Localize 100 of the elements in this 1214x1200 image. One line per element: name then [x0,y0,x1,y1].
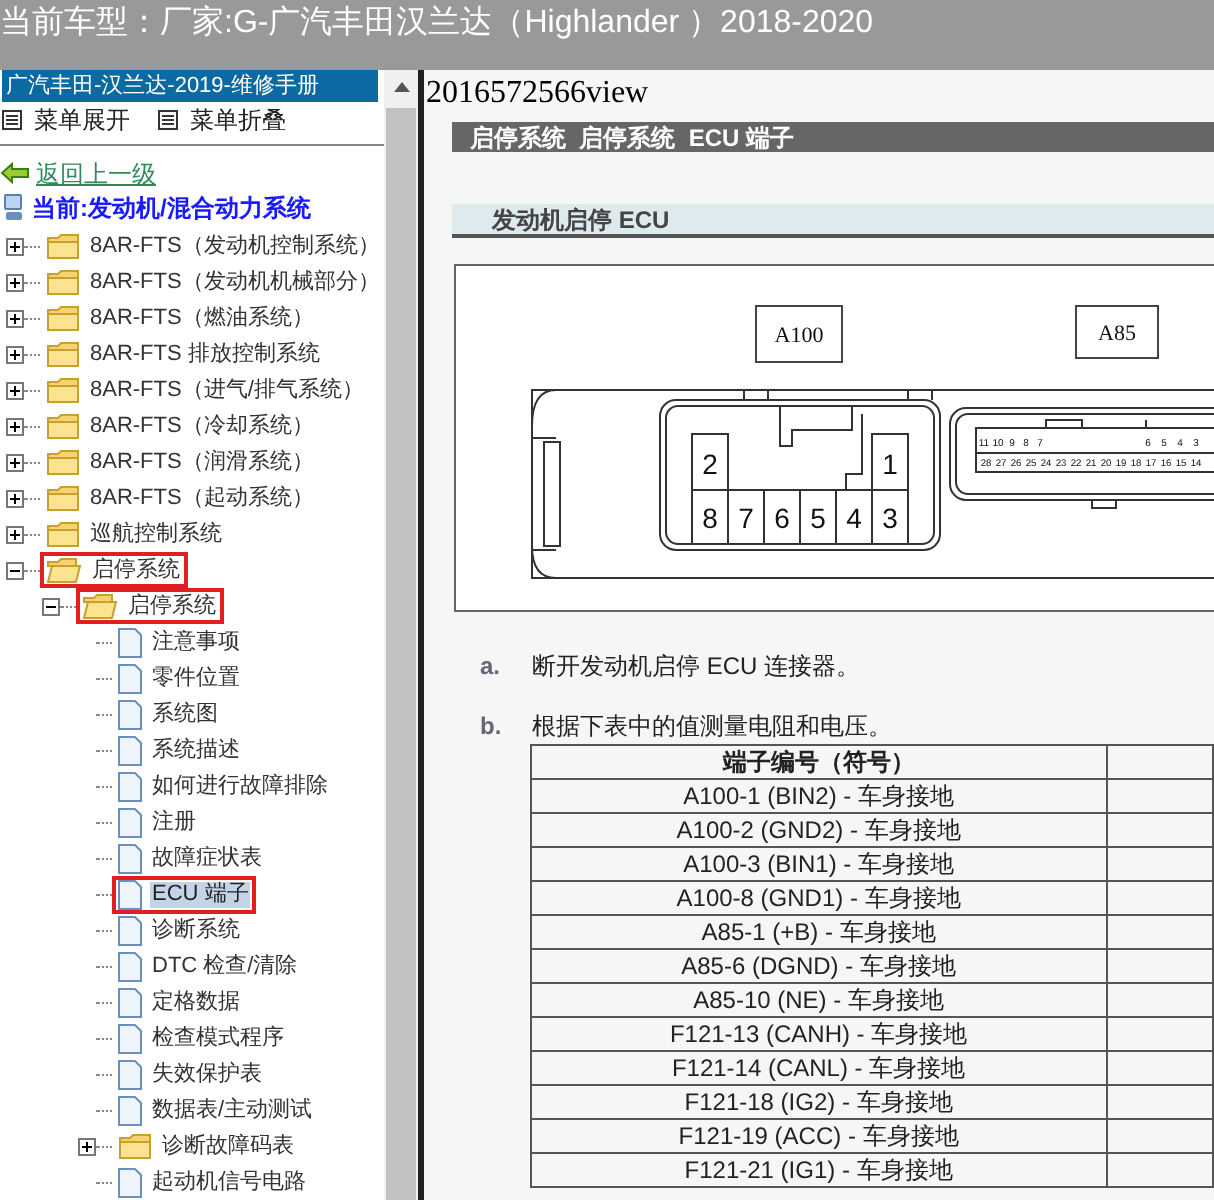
folder-icon [46,376,80,404]
empty-cell [1106,1017,1213,1051]
tree-item[interactable]: 起动机信号电路 [112,1163,314,1200]
pin-number: 6 [774,502,790,534]
list-icon [158,109,178,129]
expand-toggle[interactable] [6,417,24,435]
menu-button[interactable]: 菜单折叠 [158,101,286,137]
tree-item[interactable]: DTC 检查/清除 [112,947,306,985]
tree-item[interactable]: 数据表/主动测试 [112,1091,321,1129]
tree-item[interactable]: 8AR-FTS（发动机控制系统） [40,228,384,264]
expand-toggle[interactable] [6,237,24,255]
empty-cell [1106,813,1213,847]
tree-item[interactable]: 诊断故障码表 [112,1128,302,1164]
step-text: 根据下表中的值测量电阻和电压。 [532,710,892,744]
folder-icon [46,448,80,476]
tree-item[interactable]: 定格数据 [112,983,248,1021]
pin-number: 1 [882,448,898,480]
pin-number: 4 [846,502,862,534]
empty-cell [1106,1051,1213,1085]
open-folder-icon [46,556,82,584]
folder-icon [46,268,80,296]
step-marker: a. [480,650,503,684]
table-cell: F121-19 (ACC) - 车身接地 [531,1119,1107,1153]
expand-toggle[interactable] [6,489,24,507]
connector-label: A100 [774,324,824,348]
collapse-toggle[interactable] [42,597,60,615]
page-icon [118,807,142,837]
menu-button[interactable]: 菜单展开 [2,101,130,137]
page-icon [118,771,142,801]
empty-cell [1106,779,1213,813]
folder-icon [46,412,80,440]
page-icon [118,1023,142,1053]
page-icon [118,951,142,981]
expand-toggle[interactable] [78,1137,96,1155]
tree-item[interactable]: 8AR-FTS（润滑系统） [40,444,322,480]
folder-icon [46,232,80,260]
folder-icon [46,484,80,512]
empty-cell [1106,949,1213,983]
pin-number: 5 [810,502,826,534]
page-icon [118,1059,142,1089]
current-section: 当前:发动机/混合动力系统 [32,189,311,225]
sidebar-title: 广汽丰田-汉兰达-2019-维修手册 [4,71,319,102]
pin-number: 2 [702,448,718,480]
folder-icon [46,340,80,368]
tree-item[interactable]: 巡航控制系统 [40,516,230,552]
page-icon [118,1095,142,1125]
tree-item[interactable]: 系统图 [112,695,226,733]
collapse-toggle[interactable] [6,561,24,579]
expand-toggle[interactable] [6,381,24,399]
empty-cell [1106,915,1213,949]
expand-toggle[interactable] [6,525,24,543]
tree-item[interactable]: 启停系统 [40,552,188,588]
page-icon [118,735,142,765]
label-box [1075,305,1159,359]
tree-item[interactable]: 8AR-FTS（进气/排气系统） [40,372,372,408]
tree-item[interactable]: 零件位置 [112,659,248,697]
page-icon [118,987,142,1017]
tree-item[interactable]: 8AR-FTS（发动机机械部分） [40,264,384,300]
table-cell: F121-13 (CANH) - 车身接地 [531,1017,1107,1051]
empty-cell [1106,881,1213,915]
tree-item[interactable]: 检查模式程序 [112,1019,292,1057]
table-cell: A85-10 (NE) - 车身接地 [531,983,1107,1017]
back-link[interactable]: 返回上一级 [0,156,156,190]
page-icon [118,915,142,945]
tree-item[interactable]: 故障症状表 [112,839,270,877]
tree-item[interactable]: 失效保护表 [112,1055,270,1093]
connector-label: A85 [1098,322,1136,346]
empty-header [1106,745,1213,779]
page-icon [118,699,142,729]
computer-icon [0,192,28,222]
table-cell: A85-1 (+B) - 车身接地 [531,915,1107,949]
table-cell: A100-2 (GND2) - 车身接地 [531,813,1107,847]
column-header: 端子编号（符号） [531,745,1107,779]
tree-item[interactable]: 诊断系统 [112,911,248,949]
tree-item[interactable]: 8AR-FTS（起动系统） [40,480,322,516]
page-icon [118,1167,142,1197]
page-icon [118,843,142,873]
table-cell: A85-6 (DGND) - 车身接地 [531,949,1107,983]
tree-item[interactable]: 注册 [112,803,204,841]
empty-cell [1106,983,1213,1017]
tree-item[interactable]: 如何进行故障排除 [112,767,336,805]
table-cell: F121-21 (IG1) - 车身接地 [531,1153,1107,1187]
window-title: 当前车型：厂家:G-广汽丰田汉兰达（Highlander ）2018-2020 [0,8,874,40]
expand-toggle[interactable] [6,309,24,327]
tree-item[interactable]: 系统描述 [112,731,248,769]
back-arrow-icon [0,162,30,184]
document-id: 2016572566view [426,76,651,112]
step-text: 断开发动机启停 ECU 连接器。 [532,650,861,684]
tree-item[interactable]: 8AR-FTS（燃油系统） [40,300,322,336]
tree-item[interactable]: 8AR-FTS 排放控制系统 [40,336,328,372]
table-cell: F121-14 (CANL) - 车身接地 [531,1051,1107,1085]
expand-toggle[interactable] [6,453,24,471]
step-marker: b. [480,710,504,744]
tree-item[interactable]: ECU 端子 [112,875,257,913]
expand-toggle[interactable] [6,273,24,291]
tree-item[interactable]: 8AR-FTS（冷却系统） [40,408,322,444]
tree-item[interactable]: 启停系统 [76,588,224,624]
expand-toggle[interactable] [6,345,24,363]
page-icon [118,627,142,657]
tree-item[interactable]: 注意事项 [112,623,248,661]
